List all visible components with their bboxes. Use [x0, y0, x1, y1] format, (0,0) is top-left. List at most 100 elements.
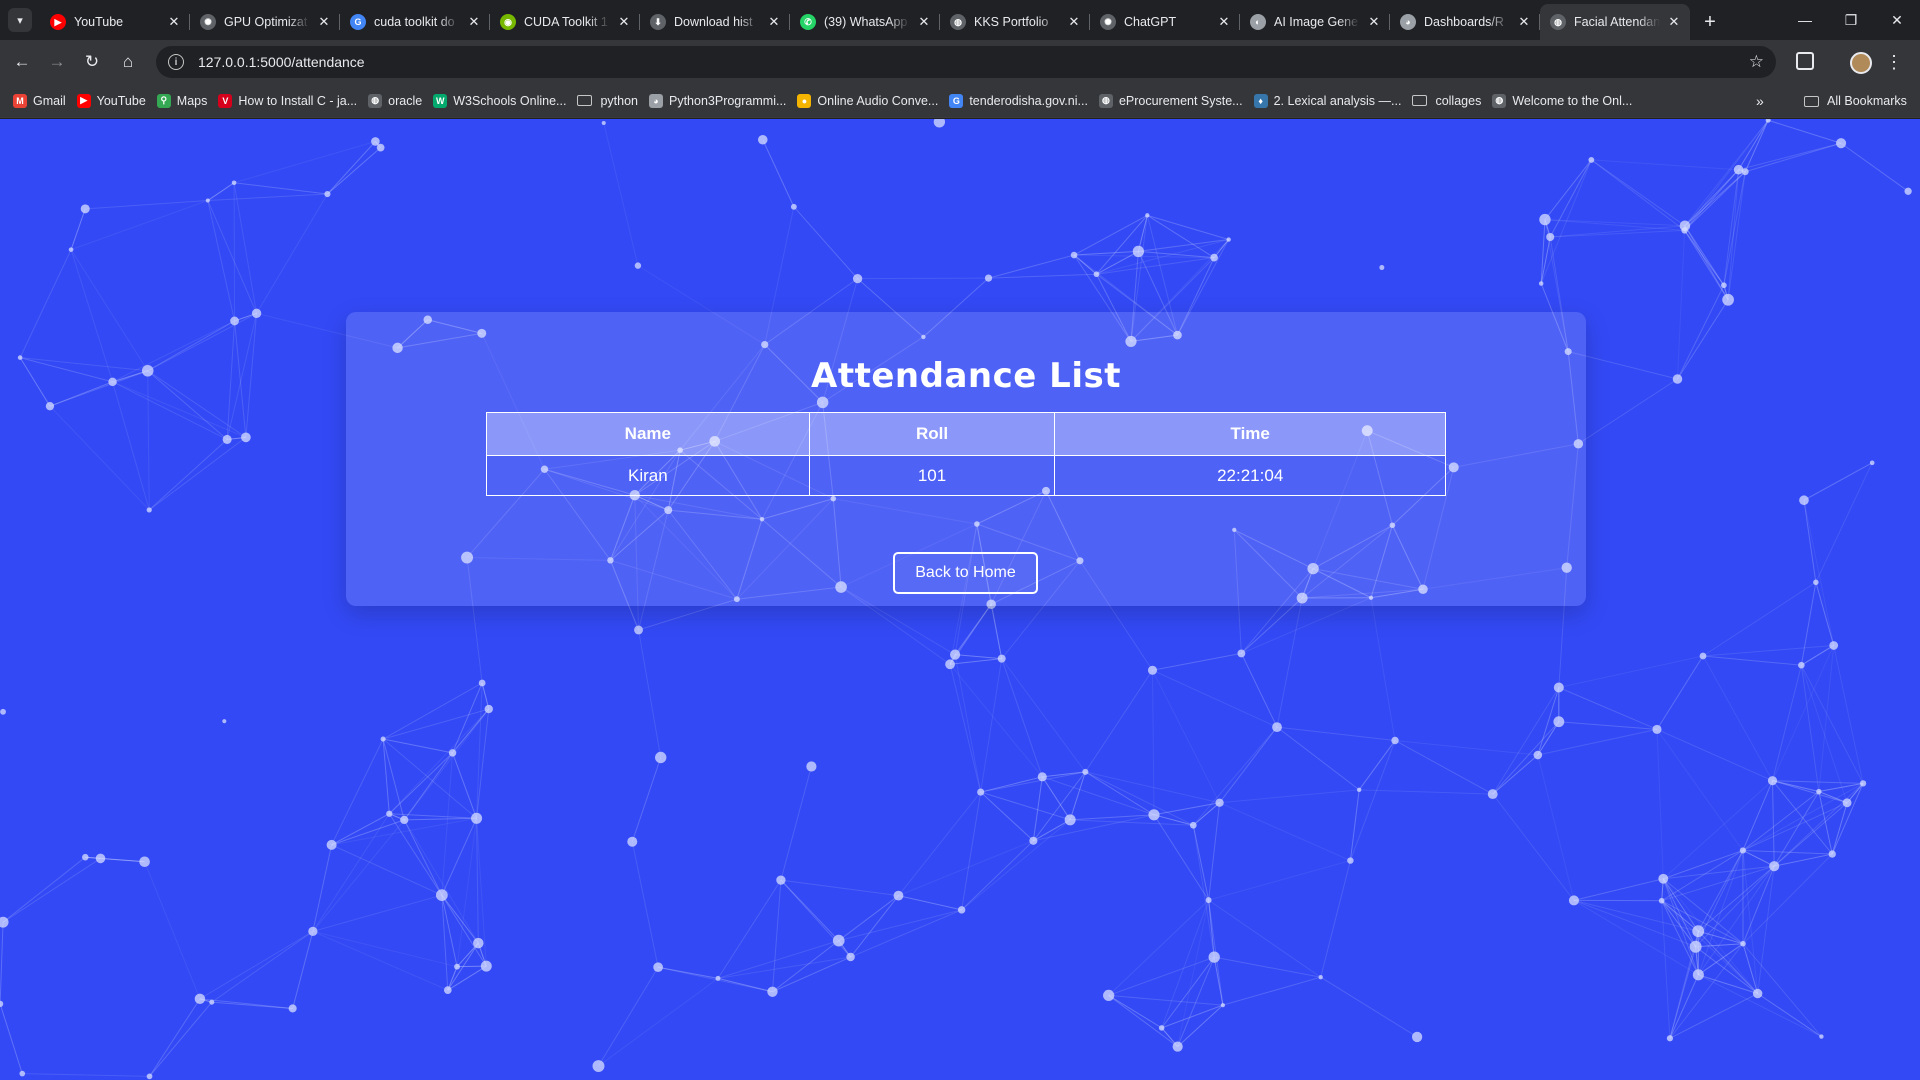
- particle-link: [211, 930, 314, 1003]
- minimize-button[interactable]: —: [1782, 0, 1828, 40]
- bookmark-item[interactable]: ⚲ Maps: [154, 88, 216, 114]
- tab-3[interactable]: ◉ CUDA Toolkit 1 ✕: [490, 4, 640, 40]
- tab-9[interactable]: ◕ Dashboards/R ✕: [1390, 4, 1540, 40]
- particle-link: [950, 658, 1002, 665]
- particle-link: [147, 320, 235, 372]
- python-icon: ♦: [1253, 93, 1268, 108]
- particle-link: [598, 966, 659, 1067]
- restore-button[interactable]: ❐: [1828, 0, 1874, 40]
- particle-link: [1108, 956, 1215, 996]
- tab-2[interactable]: Gcuda toolkit do ✕: [340, 4, 490, 40]
- particle-link: [1349, 740, 1396, 861]
- back-arrow-icon[interactable]: ←: [6, 46, 38, 78]
- particle-dot: [1487, 789, 1498, 800]
- bookmark-item[interactable]: ◕ Python3Programmi...: [646, 88, 794, 114]
- tab-close-icon[interactable]: ✕: [616, 14, 632, 30]
- tab-1[interactable]: ✺ GPU Optimizat ✕: [190, 4, 340, 40]
- extensions-icon[interactable]: [1796, 52, 1814, 70]
- particle-dot: [1829, 641, 1839, 650]
- particle-link: [403, 708, 490, 821]
- particle-link: [1558, 655, 1704, 689]
- new-tab-plus-icon[interactable]: +: [1696, 8, 1724, 36]
- tab-5[interactable]: ✆ (39) WhatsApp ✕: [790, 4, 940, 40]
- tab-close-icon[interactable]: ✕: [1216, 14, 1232, 30]
- bookmark-item[interactable]: ▶ YouTube: [74, 88, 154, 114]
- tab-close-icon[interactable]: ✕: [1066, 14, 1082, 30]
- tab-close-icon[interactable]: ✕: [466, 14, 482, 30]
- particle-dot: [1189, 821, 1197, 829]
- column-header-name: Name: [486, 412, 810, 456]
- bookmark-item[interactable]: V How to Install C - ja...: [215, 88, 365, 114]
- particle-link: [207, 200, 236, 322]
- particle-link: [20, 357, 113, 383]
- particle-link: [1677, 285, 1725, 380]
- bookmark-item[interactable]: ◍ eProcurement Syste...: [1096, 88, 1251, 114]
- particle-dot: [471, 812, 483, 824]
- tab-6[interactable]: ◍ KKS Portfolio ✕: [940, 4, 1090, 40]
- tab-close-icon[interactable]: ✕: [166, 14, 182, 30]
- particle-dot: [893, 890, 904, 901]
- bookmark-item[interactable]: python: [574, 88, 646, 114]
- particle-dot: [1652, 724, 1662, 734]
- forward-arrow-icon[interactable]: →: [41, 46, 73, 78]
- particle-link: [1656, 729, 1664, 879]
- bookmark-item[interactable]: W W3Schools Online...: [430, 88, 574, 114]
- bookmark-item[interactable]: M Gmail: [10, 88, 74, 114]
- particle-link: [1745, 142, 1842, 173]
- tab-close-icon[interactable]: ✕: [1366, 14, 1382, 30]
- address-bar[interactable]: i 127.0.0.1:5000/attendance ☆: [156, 46, 1776, 78]
- particle-dot: [984, 274, 993, 282]
- particle-dot: [19, 1070, 26, 1077]
- bookmark-item[interactable]: ● Online Audio Conve...: [794, 88, 946, 114]
- home-icon[interactable]: ⌂: [112, 46, 144, 78]
- particle-link: [1742, 849, 1775, 867]
- tab-10[interactable]: ◍ Facial Attendan ✕: [1540, 4, 1690, 40]
- particle-link: [19, 357, 51, 407]
- particle-dot: [1819, 1034, 1824, 1039]
- menu-kebab-icon[interactable]: ⋮: [1885, 46, 1903, 78]
- bookmark-item[interactable]: Gtenderodisha.gov.ni...: [946, 88, 1096, 114]
- particle-link: [207, 193, 328, 202]
- particle-link: [1697, 865, 1775, 976]
- bookmark-item[interactable]: ♦ 2. Lexical analysis —...: [1251, 88, 1410, 114]
- tab-close-icon[interactable]: ✕: [1516, 14, 1532, 30]
- globe-icon: ◍: [950, 14, 966, 30]
- tab-close-icon[interactable]: ✕: [1666, 14, 1682, 30]
- particle-link: [1742, 782, 1864, 851]
- tab-4[interactable]: ⬇ Download hist ✕: [640, 4, 790, 40]
- tab-7[interactable]: ✺ ChatGPT ✕: [1090, 4, 1240, 40]
- particle-link: [1684, 230, 1725, 286]
- particle-link: [1697, 850, 1744, 932]
- bookmark-star-icon[interactable]: ☆: [1749, 52, 1764, 72]
- particle-link: [1537, 728, 1658, 756]
- all-bookmarks-button[interactable]: All Bookmarks: [1804, 84, 1907, 118]
- tab-search-button[interactable]: ▾: [8, 8, 32, 32]
- particle-link: [1771, 780, 1775, 867]
- more-bookmarks-chevron-icon[interactable]: »: [1756, 84, 1764, 118]
- profile-avatar[interactable]: [1850, 52, 1872, 74]
- particle-link: [312, 844, 333, 932]
- particle-link: [148, 439, 228, 511]
- back-to-home-button[interactable]: Back to Home: [893, 552, 1038, 594]
- tab-close-icon[interactable]: ✕: [916, 14, 932, 30]
- tab-0[interactable]: ▶ YouTube ✕: [40, 4, 190, 40]
- tab-close-icon[interactable]: ✕: [766, 14, 782, 30]
- particle-dot: [1733, 164, 1744, 175]
- particle-link: [1208, 802, 1221, 901]
- bookmark-item[interactable]: ◍ oracle: [365, 88, 430, 114]
- bookmark-item[interactable]: collages: [1409, 88, 1489, 114]
- particle-link: [1800, 582, 1817, 666]
- tab-8[interactable]: ◐ AI Image Gene ✕: [1240, 4, 1390, 40]
- github-icon: ◕: [648, 93, 663, 108]
- tab-close-icon[interactable]: ✕: [316, 14, 332, 30]
- tab-title: YouTube: [74, 15, 124, 29]
- tab-strip: ▾ ▶ YouTube ✕ ✺ GPU Optimizat ✕ Gcuda toolkit …: [0, 0, 1920, 40]
- particle-link: [780, 766, 812, 881]
- particle-link: [1108, 994, 1223, 1006]
- particle-dot: [1769, 861, 1780, 872]
- close-window-button[interactable]: ✕: [1874, 0, 1920, 40]
- reload-icon[interactable]: ↻: [76, 46, 108, 78]
- bookmark-item[interactable]: ◍ Welcome to the Onl...: [1489, 88, 1640, 114]
- site-info-icon[interactable]: i: [168, 54, 184, 70]
- particle-link: [1656, 728, 1773, 782]
